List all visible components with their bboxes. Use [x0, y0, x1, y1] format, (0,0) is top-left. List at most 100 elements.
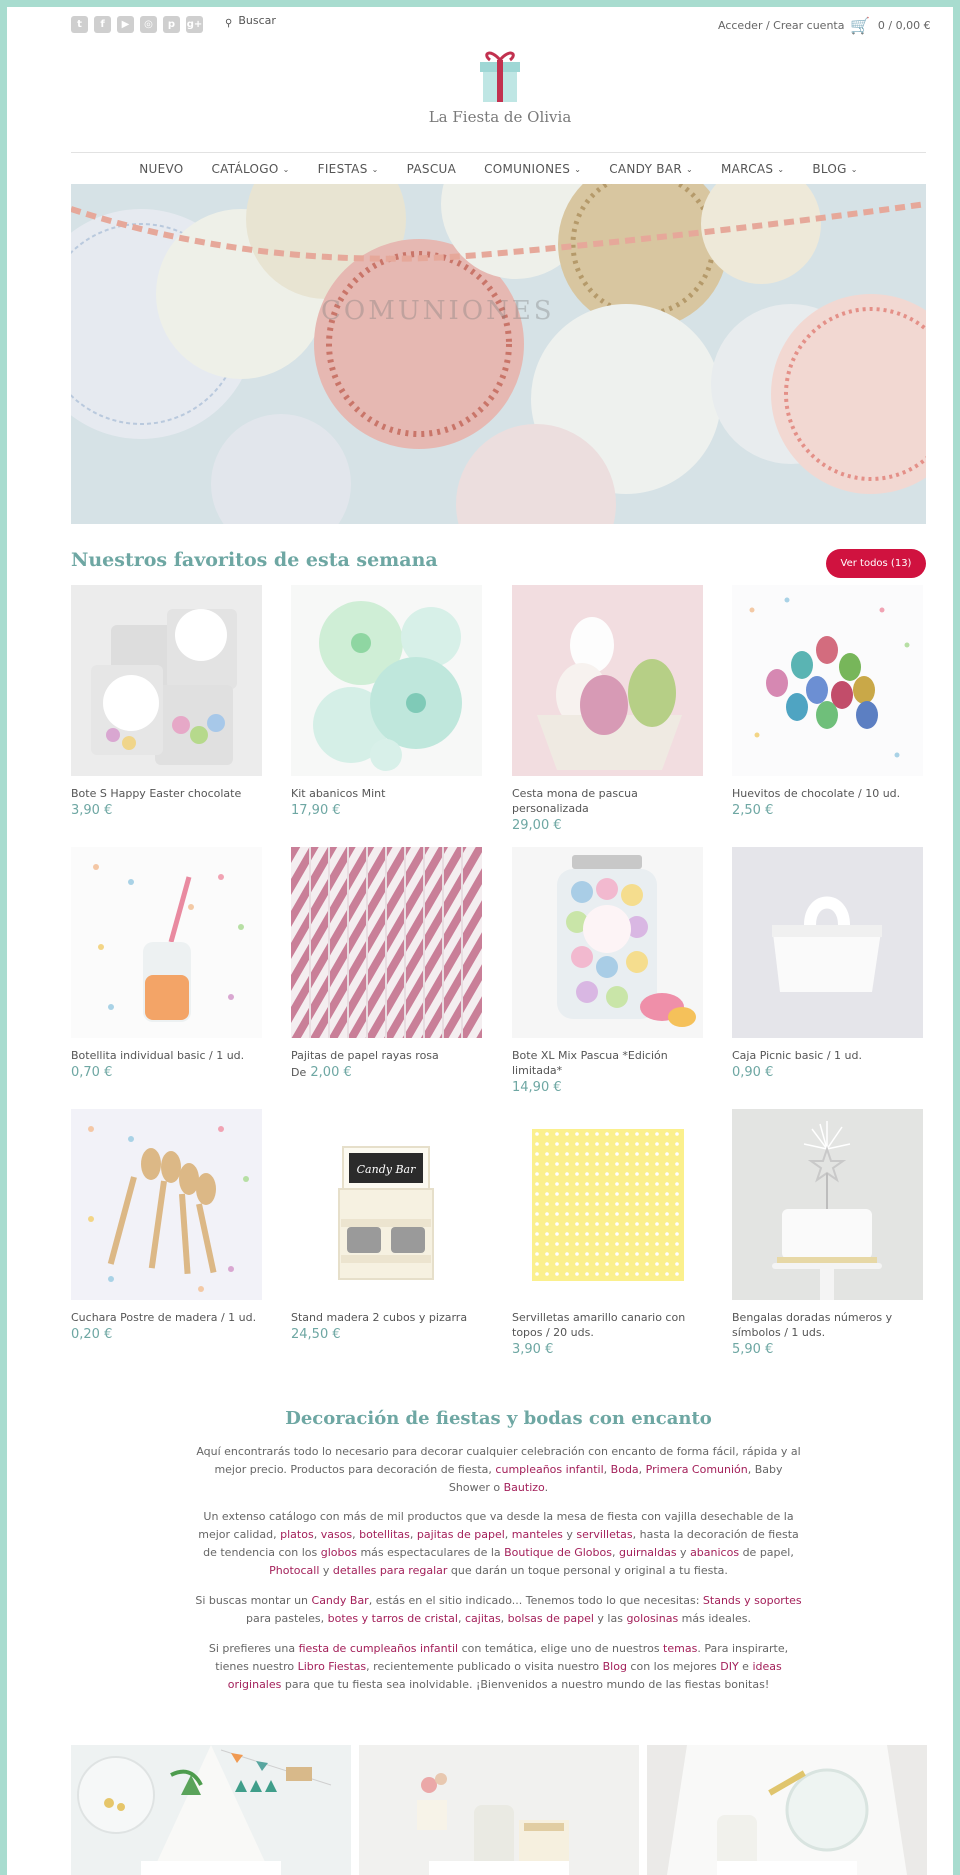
link-manteles[interactable]: manteles — [512, 1528, 563, 1541]
product-card[interactable]: Caja Picnic basic / 1 ud. 0,90 € — [732, 847, 923, 1080]
link-detalles-regalar[interactable]: detalles para regalar — [333, 1564, 448, 1577]
product-card[interactable]: Cesta mona de pascua personalizada 29,00… — [512, 585, 703, 833]
link-diy[interactable]: DIY — [720, 1660, 738, 1673]
nav-item-nuevo[interactable]: NUEVO — [125, 162, 197, 176]
main-nav: NUEVO CATÁLOGO ⌄ FIESTAS ⌄ PASCUA COMUNION… — [71, 152, 926, 184]
wooden-spoons-image — [71, 1109, 262, 1300]
nav-item-comuniones[interactable]: COMUNIONES ⌄ — [470, 162, 595, 176]
product-image[interactable] — [71, 847, 262, 1038]
product-card[interactable]: Bote XL Mix Pascua *Edición limitada* 14… — [512, 847, 703, 1095]
link-bolsas-papel[interactable]: bolsas de papel — [508, 1612, 594, 1625]
product-name[interactable]: Pajitas de papel rayas rosa — [291, 1048, 482, 1063]
search-input[interactable] — [238, 14, 389, 27]
product-image[interactable] — [291, 585, 482, 776]
product-card[interactable]: Pajitas de papel rayas rosa De 2,00 € — [291, 847, 482, 1080]
link-abanicos[interactable]: abanicos — [690, 1546, 739, 1559]
link-temas[interactable]: temas — [663, 1642, 697, 1655]
product-image[interactable] — [512, 585, 703, 776]
link-photocall[interactable]: Photocall — [269, 1564, 319, 1577]
product-card[interactable]: Servilletas amarillo canario con topos /… — [512, 1109, 703, 1357]
link-boutique-globos[interactable]: Boutique de Globos — [504, 1546, 612, 1559]
product-card[interactable]: Bote S Happy Easter chocolate 3,90 € — [71, 585, 262, 818]
product-image[interactable] — [732, 847, 923, 1038]
link-servilletas[interactable]: servilletas — [576, 1528, 632, 1541]
link-botellitas[interactable]: botellitas — [359, 1528, 410, 1541]
link-bautizo[interactable]: Bautizo — [504, 1481, 545, 1494]
link-golosinas[interactable]: golosinas — [626, 1612, 678, 1625]
link-vasos[interactable]: vasos — [321, 1528, 352, 1541]
frame-top-border — [0, 0, 960, 7]
product-name[interactable]: Servilletas amarillo canario con topos /… — [512, 1310, 703, 1340]
nav-item-pascua[interactable]: PASCUA — [393, 162, 470, 176]
product-card[interactable]: Botellita individual basic / 1 ud. 0,70 … — [71, 847, 262, 1080]
product-image[interactable] — [71, 585, 262, 776]
pinterest-icon[interactable]: p — [163, 16, 180, 33]
product-price: 24,50 € — [291, 1327, 341, 1342]
product-name[interactable]: Cuchara Postre de madera / 1 ud. — [71, 1310, 262, 1325]
link-cajitas[interactable]: cajitas — [465, 1612, 501, 1625]
link-globos[interactable]: globos — [321, 1546, 357, 1559]
cart-icon[interactable]: 🛒 — [850, 16, 870, 35]
banner-label — [717, 1861, 857, 1875]
product-name[interactable]: Kit abanicos Mint — [291, 786, 482, 801]
product-name[interactable]: Cesta mona de pascua personalizada — [512, 786, 703, 816]
twitter-icon[interactable]: t — [71, 16, 88, 33]
about-title: Decoración de fiestas y bodas con encant… — [285, 1408, 712, 1429]
link-primera-comunion[interactable]: Primera Comunión — [646, 1463, 748, 1476]
product-image[interactable] — [732, 1109, 923, 1300]
product-card[interactable]: Cuchara Postre de madera / 1 ud. 0,20 € — [71, 1109, 262, 1342]
nav-item-fiestas[interactable]: FIESTAS ⌄ — [304, 162, 393, 176]
frame-left-border — [0, 0, 7, 1875]
link-boda[interactable]: Boda — [611, 1463, 639, 1476]
product-image[interactable]: Candy Bar — [291, 1109, 482, 1300]
product-price: 5,90 € — [732, 1342, 774, 1357]
facebook-icon[interactable]: f — [94, 16, 111, 33]
account-links[interactable]: Acceder / Crear cuenta — [718, 19, 844, 32]
search-icon[interactable]: ⚲ — [225, 18, 232, 29]
link-fiesta-cumpleanos[interactable]: fiesta de cumpleaños infantil — [299, 1642, 458, 1655]
product-name[interactable]: Bote S Happy Easter chocolate — [71, 786, 262, 801]
instagram-icon[interactable]: ◎ — [140, 16, 157, 33]
product-image[interactable] — [71, 1109, 262, 1300]
chocolate-eggs-image — [732, 585, 923, 776]
google-plus-icon[interactable]: g+ — [186, 16, 203, 33]
product-card[interactable]: Kit abanicos Mint 17,90 € — [291, 585, 482, 818]
link-platos[interactable]: platos — [280, 1528, 314, 1541]
product-name[interactable]: Bengalas doradas números y símbolos / 1 … — [732, 1310, 923, 1340]
product-name[interactable]: Huevitos de chocolate / 10 ud. — [732, 786, 923, 801]
link-stands-soportes[interactable]: Stands y soportes — [703, 1594, 802, 1607]
link-pajitas[interactable]: pajitas de papel — [417, 1528, 505, 1541]
product-image[interactable] — [291, 847, 482, 1038]
link-candy-bar[interactable]: Candy Bar — [312, 1594, 369, 1607]
link-libro-fiestas[interactable]: Libro Fiestas — [298, 1660, 367, 1673]
link-guirnaldas[interactable]: guirnaldas — [619, 1546, 677, 1559]
product-name[interactable]: Stand madera 2 cubos y pizarra — [291, 1310, 482, 1325]
link-blog[interactable]: Blog — [603, 1660, 627, 1673]
link-cumpleanos-infantil[interactable]: cumpleaños infantil — [495, 1463, 603, 1476]
cart-summary[interactable]: 0 / 0,00 € — [878, 19, 931, 32]
nav-item-marcas[interactable]: MARCAS ⌄ — [707, 162, 798, 176]
login-register-link[interactable]: Acceder / Crear cuenta — [718, 19, 844, 32]
category-banner[interactable] — [359, 1745, 639, 1875]
product-card[interactable]: Candy Bar Stand madera 2 cubos y pizarra… — [291, 1109, 482, 1342]
youtube-icon[interactable]: ▶ — [117, 16, 134, 33]
product-card[interactable]: Huevitos de chocolate / 10 ud. 2,50 € — [732, 585, 923, 818]
link-botes-tarros[interactable]: botes y tarros de cristal — [328, 1612, 458, 1625]
view-all-button[interactable]: Ver todos (13) — [826, 549, 926, 578]
category-banner[interactable] — [647, 1745, 927, 1875]
category-banner[interactable] — [71, 1745, 351, 1875]
product-name[interactable]: Bote XL Mix Pascua *Edición limitada* — [512, 1048, 703, 1078]
cart-widget[interactable]: 🛒 0 / 0,00 € — [850, 16, 931, 35]
site-logo[interactable]: La Fiesta de Olivia — [420, 46, 580, 126]
product-name[interactable]: Botellita individual basic / 1 ud. — [71, 1048, 262, 1063]
nav-item-blog[interactable]: BLOG ⌄ — [798, 162, 871, 176]
candy-bar-sign-text: Candy Bar — [357, 1163, 416, 1176]
product-image[interactable] — [732, 585, 923, 776]
nav-item-catalogo[interactable]: CATÁLOGO ⌄ — [198, 162, 304, 176]
product-image[interactable] — [512, 847, 703, 1038]
nav-item-candy-bar[interactable]: CANDY BAR ⌄ — [595, 162, 707, 176]
hero-banner[interactable]: COMUNIONES — [71, 184, 926, 524]
product-name[interactable]: Caja Picnic basic / 1 ud. — [732, 1048, 923, 1063]
product-card[interactable]: Bengalas doradas números y símbolos / 1 … — [732, 1109, 923, 1357]
product-image[interactable] — [512, 1109, 703, 1300]
